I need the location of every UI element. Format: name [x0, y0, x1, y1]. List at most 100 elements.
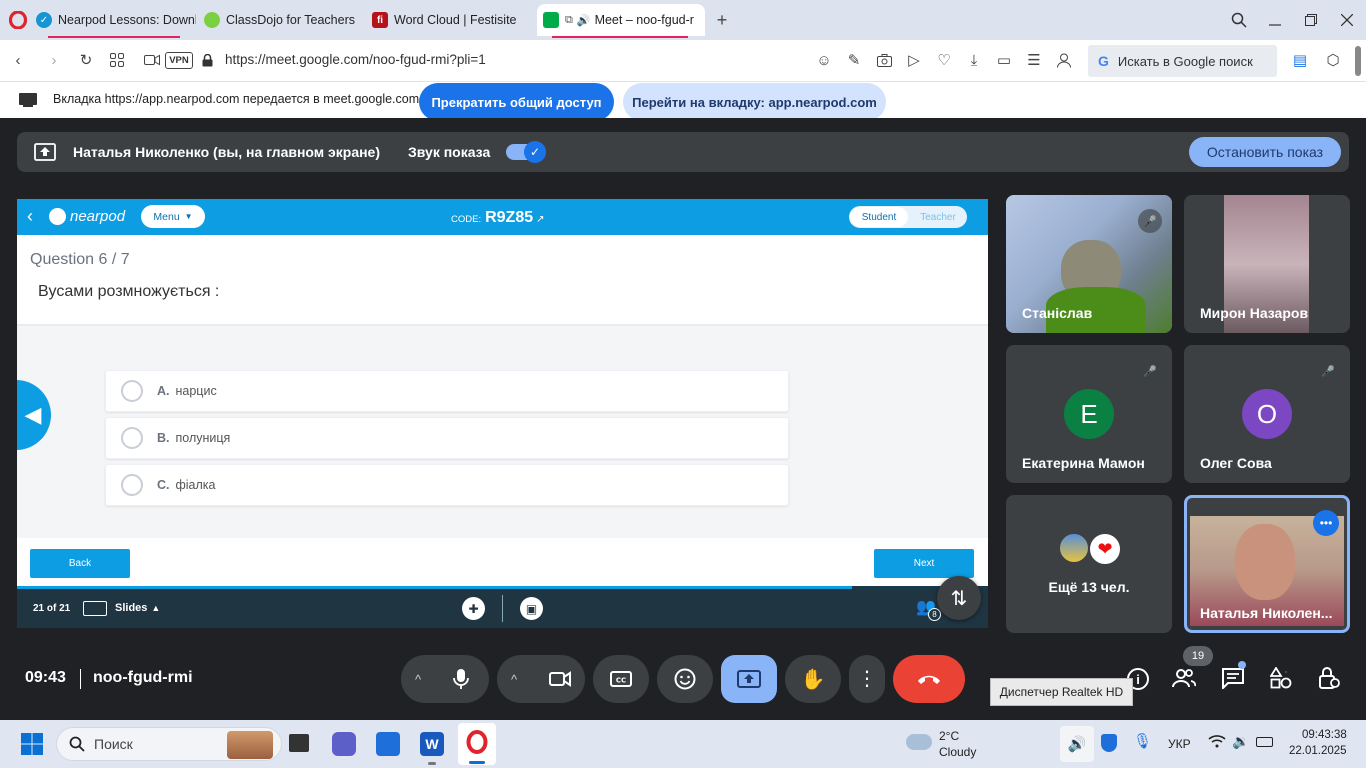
- wallet-icon[interactable]: ▭: [995, 51, 1013, 69]
- student-option[interactable]: Student: [850, 207, 908, 227]
- scrollbar[interactable]: [1355, 46, 1361, 76]
- sidebar-toggle-icon[interactable]: ▤: [1291, 51, 1309, 69]
- windows-start-icon[interactable]: [21, 733, 43, 755]
- mic-options-caret-icon[interactable]: ^: [415, 672, 421, 687]
- nearpod-menu-button[interactable]: Menu ▼: [141, 205, 205, 228]
- tab-speaker-icon[interactable]: 🔊: [577, 14, 591, 27]
- audio-toggle[interactable]: ✓: [506, 141, 546, 163]
- restore-icon[interactable]: [1300, 9, 1322, 31]
- windows-taskbar: Поиск W 2°C Cloudy 🔊 🎙 УКР 🔉 09:43:38 22…: [0, 720, 1366, 768]
- radio-icon[interactable]: [121, 380, 143, 402]
- notes-icon[interactable]: ▣: [520, 597, 543, 620]
- store-icon[interactable]: [376, 732, 400, 756]
- swap-layout-button[interactable]: ⇅: [937, 576, 981, 620]
- extensions-icon[interactable]: ⬡: [1324, 51, 1342, 69]
- activities-icon[interactable]: [1270, 667, 1292, 689]
- emoji-icon[interactable]: ☺: [815, 51, 833, 69]
- lock-icon[interactable]: [198, 51, 216, 69]
- participant-tile-self[interactable]: ••• Наталья Николен...: [1184, 495, 1350, 633]
- camera-options-caret-icon[interactable]: ^: [511, 672, 517, 687]
- url-field[interactable]: https://meet.google.com/noo-fgud-rmi?pli…: [225, 52, 486, 67]
- easy-setup-icon[interactable]: ☰: [1025, 51, 1043, 69]
- raise-hand-button[interactable]: ✋: [785, 655, 841, 703]
- chat-icon[interactable]: [1221, 667, 1245, 689]
- reload-icon[interactable]: ↻: [76, 50, 96, 70]
- goto-tab-button[interactable]: Перейти на вкладку: app.nearpod.com: [623, 83, 886, 121]
- camera-access-icon[interactable]: [142, 50, 162, 70]
- slides-icon[interactable]: [83, 601, 107, 616]
- participant-tile-stanislav[interactable]: 🎤 Станіслав: [1006, 195, 1172, 333]
- nearpod-back-icon[interactable]: ‹: [27, 206, 33, 227]
- google-search-box[interactable]: G Искать в Google поиск: [1088, 45, 1277, 77]
- more-options-icon[interactable]: •••: [1313, 510, 1339, 536]
- radio-icon[interactable]: [121, 474, 143, 496]
- stop-presenting-button[interactable]: Остановить показ: [1189, 137, 1341, 167]
- defender-icon[interactable]: [1101, 734, 1117, 752]
- captions-button[interactable]: CC: [593, 655, 649, 703]
- tab-pip-icon[interactable]: ⧉: [565, 14, 573, 27]
- clock-time[interactable]: 09:43:38: [1302, 729, 1347, 741]
- weather-widget[interactable]: 2°C Cloudy: [906, 728, 986, 762]
- activities-icon[interactable]: ✚: [462, 597, 485, 620]
- meet-app-icon[interactable]: [332, 732, 356, 756]
- host-controls-icon[interactable]: [1318, 666, 1340, 690]
- external-link-icon[interactable]: ↗: [536, 214, 544, 225]
- tab-wordcloud[interactable]: fi Word Cloud | Festisite: [372, 4, 532, 36]
- taskbar-search[interactable]: Поиск: [56, 727, 282, 761]
- meet-favicon-icon: [543, 12, 559, 28]
- heart-icon[interactable]: ♡: [935, 51, 953, 69]
- radio-icon[interactable]: [121, 427, 143, 449]
- opera-taskbar-button[interactable]: [458, 723, 496, 765]
- hand-icon: ✋: [800, 668, 826, 691]
- participant-tile-myron[interactable]: Мирон Назаров: [1184, 195, 1350, 333]
- close-window-icon[interactable]: [1336, 9, 1358, 31]
- minimize-icon[interactable]: [1264, 9, 1286, 31]
- tab-classdojo[interactable]: ClassDojo for Teachers: [204, 4, 364, 36]
- clock-date[interactable]: 22.01.2025: [1289, 745, 1347, 757]
- more-participants-tile[interactable]: ❤ Ещё 13 чел.: [1006, 495, 1172, 633]
- people-icon[interactable]: [1172, 668, 1196, 688]
- search-tabs-icon[interactable]: [1228, 9, 1250, 31]
- participant-tile-ekaterina[interactable]: 🎤 Е Екатерина Мамон: [1006, 345, 1172, 483]
- tab-nearpod[interactable]: ✓ Nearpod Lessons: Downlo: [36, 4, 196, 36]
- reactions-button[interactable]: [657, 655, 713, 703]
- download-icon[interactable]: ⤓: [965, 51, 983, 69]
- student-teacher-switch[interactable]: Student Teacher: [849, 206, 967, 228]
- microphone-icon[interactable]: 🎙: [1133, 732, 1152, 750]
- more-options-button[interactable]: ⋮: [849, 655, 885, 703]
- speaker-tray-button[interactable]: 🔊: [1060, 726, 1094, 762]
- present-now-button[interactable]: [721, 655, 777, 703]
- slides-toggle[interactable]: Slides ▲: [115, 602, 160, 614]
- answer-option-a[interactable]: A. нарцис: [105, 370, 789, 412]
- mic-icon[interactable]: [453, 668, 469, 690]
- profile-icon[interactable]: [1055, 51, 1073, 69]
- back-button[interactable]: Back: [30, 549, 130, 578]
- player-icon[interactable]: ▷: [905, 51, 923, 69]
- task-view-icon[interactable]: [289, 734, 309, 752]
- volume-icon[interactable]: 🔉: [1232, 733, 1249, 750]
- snapshot-icon[interactable]: [875, 51, 893, 69]
- answer-option-b[interactable]: B. полуниця: [105, 417, 789, 459]
- opera-logo-icon[interactable]: [8, 10, 28, 30]
- participant-tile-oleg[interactable]: 🎤 О Олег Сова: [1184, 345, 1350, 483]
- language-indicator[interactable]: УКР: [1168, 737, 1191, 751]
- tab-label: Meet – noo-fgud-r: [594, 13, 694, 27]
- teacher-option[interactable]: Teacher: [911, 207, 965, 227]
- meeting-time: 09:43: [25, 669, 66, 686]
- answer-option-c[interactable]: C. фіалка: [105, 464, 789, 506]
- edit-icon[interactable]: ✎: [845, 51, 863, 69]
- next-button[interactable]: Next: [874, 549, 974, 578]
- vpn-badge[interactable]: VPN: [165, 52, 193, 69]
- speed-dial-icon[interactable]: [107, 50, 127, 70]
- back-icon[interactable]: ‹: [8, 50, 28, 70]
- camera-icon[interactable]: [549, 671, 571, 687]
- word-icon[interactable]: W: [420, 732, 444, 756]
- tab-meet[interactable]: ⧉ 🔊 Meet – noo-fgud-r: [537, 4, 705, 36]
- leave-call-button[interactable]: [893, 655, 965, 703]
- forward-icon[interactable]: ›: [44, 50, 64, 70]
- wifi-icon[interactable]: [1208, 734, 1226, 748]
- stop-sharing-button[interactable]: Прекратить общий доступ: [419, 83, 614, 121]
- battery-icon[interactable]: [1256, 737, 1273, 747]
- new-tab-icon[interactable]: +: [712, 10, 732, 30]
- nearpod-header: ‹ nearpod Menu ▼ CODE: R9Z85 ↗ Student Te…: [17, 199, 988, 235]
